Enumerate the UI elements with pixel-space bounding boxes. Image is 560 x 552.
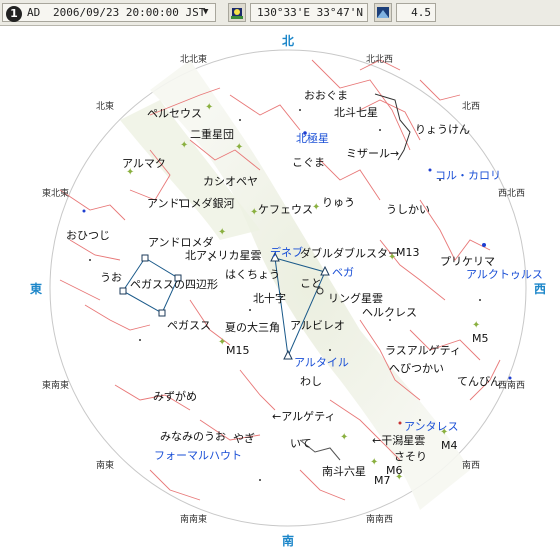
label-hiyoboshi[interactable]: ←干潟星雲 — [372, 434, 425, 447]
magnitude-field[interactable]: 4.5 — [396, 3, 436, 22]
label-cassiopeia[interactable]: カシオペヤ — [203, 175, 258, 188]
label-arcturus[interactable]: アルクトゥルス — [466, 268, 543, 281]
magnitude-value[interactable]: 4.5 — [411, 6, 431, 19]
svg-text:✦: ✦ — [218, 227, 226, 238]
label-almak[interactable]: アルマク — [122, 157, 166, 170]
svg-text:✦: ✦ — [312, 202, 320, 213]
dir-sw: 南西 — [462, 459, 480, 471]
dir-ene: 東北東 — [42, 187, 69, 199]
label-minamino-uo[interactable]: みなみのうお — [160, 430, 226, 443]
label-hokujuji[interactable]: 北十字 — [253, 291, 286, 305]
label-albireo[interactable]: アルビレオ — [290, 319, 345, 332]
svg-text:✦: ✦ — [205, 102, 213, 113]
cor-caroli-star — [428, 168, 432, 172]
svg-text:✦: ✦ — [180, 140, 188, 151]
dir-nnw: 北北西 — [366, 54, 393, 65]
label-m4[interactable]: M4 — [441, 439, 458, 452]
datetime-value[interactable]: 2006/09/23 20:00:00 JST — [53, 4, 205, 21]
svg-text:✦: ✦ — [370, 457, 378, 468]
label-summer-triangle[interactable]: 夏の大三角 — [225, 320, 280, 334]
label-m5[interactable]: M5 — [472, 332, 489, 345]
label-al-geti[interactable]: ←アルゲティ — [272, 410, 335, 423]
label-andromeda[interactable]: アンドロメダ — [148, 235, 214, 249]
label-sasori[interactable]: さそり — [394, 450, 427, 463]
location-value[interactable]: 130°33'E 33°47'N — [257, 4, 363, 21]
view-number-badge: 1 — [6, 6, 22, 22]
label-ookuma[interactable]: おおぐま — [304, 89, 348, 102]
dir-wnw: 西北西 — [498, 188, 525, 199]
label-ras-algethi[interactable]: ラスアルゲティ — [385, 344, 461, 357]
arcturus-star — [482, 243, 486, 247]
label-m15[interactable]: M15 — [226, 344, 250, 357]
label-ite[interactable]: いて — [290, 437, 312, 450]
label-washi[interactable]: わし — [300, 375, 322, 388]
dir-east: 東 — [30, 281, 42, 296]
label-hebitsukai[interactable]: へびつかい — [389, 362, 444, 375]
svg-text:✦: ✦ — [472, 320, 480, 331]
label-m13[interactable]: M13 — [396, 246, 420, 259]
dir-north: 北 — [282, 33, 294, 48]
dir-wsw: 西南西 — [498, 379, 525, 391]
label-double-double[interactable]: ダブルダブルスター — [300, 246, 399, 260]
location-field[interactable]: 130°33'E 33°47'N — [250, 3, 368, 22]
label-fomalhaut[interactable]: フォーマルハウト — [154, 449, 242, 462]
label-nanto[interactable]: 南斗六星 — [322, 465, 366, 478]
toolbar: 1 AD 2006/09/23 20:00:00 JST ▼ 130°33'E … — [0, 0, 560, 26]
label-tenbin[interactable]: てんびん — [457, 375, 501, 388]
dir-se: 南東 — [96, 459, 114, 471]
label-cepheus[interactable]: ケフェウス — [258, 203, 313, 216]
label-vega[interactable]: ベガ — [332, 266, 354, 279]
label-m7[interactable]: M7 — [374, 474, 391, 487]
label-perseus[interactable]: ペルセウス — [147, 107, 202, 120]
label-andromeda-galaxy[interactable]: アンドロメダ銀河 — [147, 196, 235, 210]
label-hakuchou[interactable]: はくちょう — [225, 268, 280, 281]
datetime-field[interactable]: 1 AD 2006/09/23 20:00:00 JST ▼ — [2, 3, 216, 22]
label-herakles[interactable]: ヘルクレス — [362, 306, 417, 319]
label-pegasus-square[interactable]: ペガススの四辺形 — [130, 278, 218, 291]
label-yagi[interactable]: やぎ — [233, 431, 255, 445]
label-ring-nebula[interactable]: リング星雲 — [328, 291, 383, 305]
dir-south: 南 — [282, 533, 294, 548]
chevron-down-icon[interactable]: ▼ — [203, 4, 208, 21]
dir-nne: 北北東 — [180, 53, 207, 65]
label-mizugame[interactable]: みずがめ — [153, 389, 197, 403]
dir-west: 西 — [534, 282, 546, 296]
label-hokuto[interactable]: 北斗七星 — [334, 106, 378, 119]
label-koto[interactable]: こと — [300, 277, 322, 290]
label-na-nebula[interactable]: 北アメリカ星雲 — [185, 249, 261, 262]
label-pleiades[interactable]: 二重星団 — [190, 127, 234, 141]
dir-ese: 東南東 — [42, 379, 69, 391]
dir-ne: 北東 — [96, 100, 114, 112]
dir-nw: 北西 — [462, 101, 480, 112]
era-label: AD — [27, 6, 41, 19]
label-deneb[interactable]: デネブ — [270, 245, 303, 259]
label-ohitsuji[interactable]: おひつじ — [66, 229, 110, 242]
label-uo[interactable]: うお — [100, 271, 122, 284]
label-cor-caroli[interactable]: コル・カロリ — [435, 169, 501, 182]
magnitude-icon[interactable] — [374, 3, 392, 22]
star-chart[interactable]: ✦ ✦ ✦ ✦ ✦ ✦ ✦ ✦ ✦ ✦ ✦ ✦ ✦ ✦ 北 南 東 西 北北東 … — [0, 26, 560, 552]
label-antares[interactable]: アンタレス — [404, 420, 459, 433]
label-ushikai[interactable]: うしかい — [386, 203, 430, 216]
dir-sse: 南南東 — [180, 513, 207, 525]
label-ryu[interactable]: りゅう — [322, 196, 355, 209]
label-koguma[interactable]: こぐま — [292, 156, 325, 169]
svg-text:✦: ✦ — [340, 432, 348, 443]
svg-text:✦: ✦ — [235, 142, 243, 153]
label-ryouken[interactable]: りょうけん — [415, 123, 470, 136]
libra-star — [508, 376, 512, 380]
label-prikeima[interactable]: プリケリマ — [440, 255, 495, 268]
aries-star — [82, 209, 86, 213]
label-altair[interactable]: アルタイル — [294, 356, 349, 369]
dir-ssw: 南南西 — [366, 513, 393, 525]
location-icon[interactable] — [228, 3, 246, 22]
label-hokkyoku[interactable]: 北極星 — [296, 131, 329, 145]
label-mizar[interactable]: ミザール→ — [346, 147, 399, 160]
antares-star — [398, 421, 402, 425]
label-pegasus[interactable]: ペガスス — [167, 319, 211, 332]
